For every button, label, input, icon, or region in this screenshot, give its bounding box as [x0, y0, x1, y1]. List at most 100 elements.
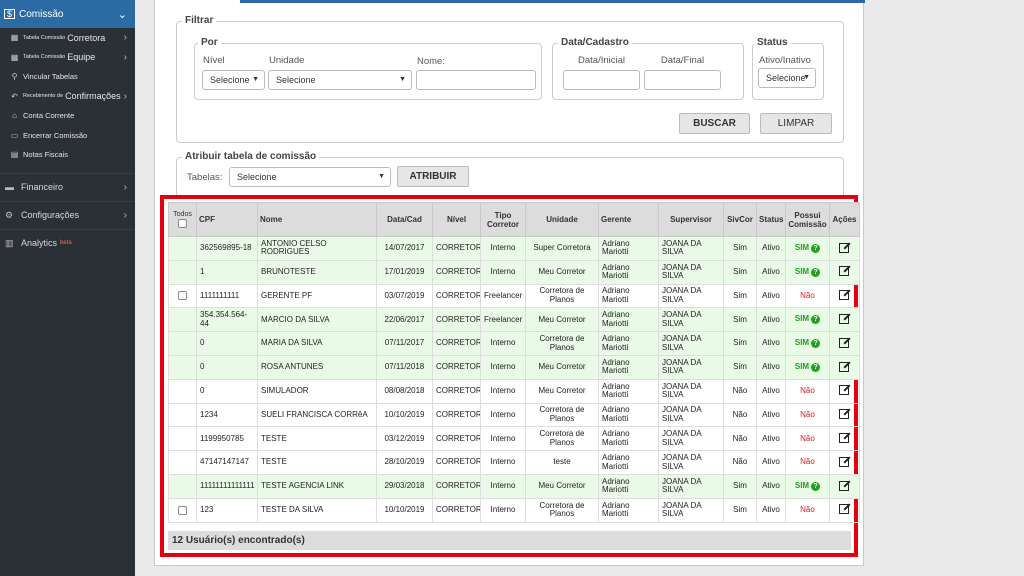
supervisor-header[interactable]: Supervisor: [658, 202, 724, 237]
cell-cpf: 1: [196, 259, 258, 285]
edit-icon[interactable]: [839, 456, 850, 467]
data-header[interactable]: Data/Cad: [376, 202, 433, 237]
edit-icon[interactable]: [839, 242, 850, 253]
cell-nome: TESTE AGENCIA LINK: [257, 473, 377, 499]
question-icon[interactable]: ?: [811, 267, 821, 277]
table-row[interactable]: 0 SIMULADOR 08/08/2018 CORRETOR Interno Meu C…: [168, 378, 860, 404]
nivel-select[interactable]: Selecione ▼: [202, 70, 265, 90]
data-final-input[interactable]: [644, 70, 721, 90]
edit-icon[interactable]: [839, 289, 850, 301]
table-row[interactable]: 0 MARIA DA SILVA 07/11/2017 CORRETOR Interno…: [168, 331, 860, 356]
limpar-button[interactable]: LIMPAR: [760, 113, 832, 134]
beta-badge: beta: [60, 240, 72, 246]
table-row[interactable]: 1234 SUELI FRANCISCA CORRêA 10/10/2019 CORR…: [168, 402, 860, 428]
acoes-header: Ações: [829, 202, 860, 237]
tabelas-select[interactable]: Selecione ▼: [229, 167, 391, 187]
cell-supervisor: JOANA DA SILVA: [658, 473, 724, 499]
row-checkbox[interactable]: [178, 505, 187, 515]
question-icon[interactable]: ?: [811, 362, 821, 372]
row-select-cell: [168, 236, 197, 261]
cell-supervisor: JOANA DA SILVA: [658, 307, 724, 333]
edit-icon[interactable]: [839, 480, 850, 491]
table-row[interactable]: 362569895-18 ANTONIO CELSO RODRIGUES 14/07…: [168, 236, 860, 261]
edit-icon[interactable]: [839, 432, 850, 444]
cell-cpf: 123: [196, 497, 258, 523]
atribuir-button[interactable]: ATRIBUIR: [397, 166, 469, 187]
cell-data: 03/07/2019: [376, 283, 433, 309]
cell-gerente: Adriano Mariotti: [598, 283, 659, 309]
table-row[interactable]: 1 BRUNOTESTE 17/01/2019 CORRETOR Interno Meu …: [168, 259, 860, 285]
cpf-header[interactable]: CPF: [196, 202, 258, 237]
sidebar-subitem[interactable]: ▭ Encerrar Comissão: [0, 126, 135, 146]
cell-sivcor: Sim: [723, 236, 757, 261]
sidebar-subitem[interactable]: ⌂ Conta Corrente: [0, 106, 135, 126]
question-icon[interactable]: ?: [811, 315, 821, 325]
status-header[interactable]: Status: [756, 202, 786, 237]
cell-gerente: Adriano Mariotti: [598, 378, 659, 404]
edit-icon[interactable]: [839, 313, 850, 325]
cell-supervisor: JOANA DA SILVA: [658, 426, 724, 452]
nivel-label: Nível: [203, 55, 225, 66]
table-row[interactable]: 0 ROSA ANTUNES 07/11/2018 CORRETOR Interno Me…: [168, 354, 860, 380]
sidebar-subitem[interactable]: ▤ Notas Fiscais: [0, 145, 135, 165]
cell-nome: TESTE: [257, 450, 377, 475]
sivcor-header[interactable]: SivCor: [723, 202, 757, 237]
sidebar-subitem[interactable]: ↶ Recebimento de Confirmações ›: [0, 87, 135, 107]
buscar-button[interactable]: BUSCAR: [679, 113, 750, 134]
cell-acoes: [829, 259, 860, 285]
cell-nome: ROSA ANTUNES: [257, 354, 377, 380]
row-select-cell: [168, 426, 197, 452]
gerente-header[interactable]: Gerente: [598, 202, 659, 237]
edit-icon[interactable]: [839, 361, 850, 372]
question-icon[interactable]: ?: [811, 243, 821, 253]
data-final-label: Data/Final: [660, 55, 705, 66]
sidebar-item-comissao[interactable]: $ Comissão ⌄: [0, 0, 135, 28]
sidebar-item-label: Configurações: [21, 210, 80, 220]
sidebar-subitem[interactable]: ⚲ Vincular Tabelas: [0, 67, 135, 87]
status-select[interactable]: Selecione ▼: [758, 68, 816, 88]
cell-cpf: 0: [196, 378, 258, 404]
por-legend: Por: [198, 37, 221, 48]
cell-tipo: Interno: [480, 497, 526, 523]
sidebar-item-financeiro[interactable]: ▬ Financeiro ›: [0, 172, 135, 201]
sidebar-subitem[interactable]: ▦ Tabela Comissão Equipe ›: [0, 48, 135, 68]
cell-acoes: [829, 236, 860, 261]
row-checkbox[interactable]: [178, 291, 187, 301]
edit-icon[interactable]: [839, 265, 850, 277]
nivel-header[interactable]: Nível: [432, 202, 481, 237]
table-row[interactable]: 354.354.564-44 MARCIO DA SILVA 22/06/2017 C…: [168, 307, 860, 333]
cell-unidade: Meu Corretor: [525, 307, 599, 333]
cell-cpf: 0: [196, 331, 258, 356]
chevron-right-icon: ›: [123, 181, 127, 193]
nome-input[interactable]: [416, 70, 536, 90]
tabelas-select-value: Selecione: [237, 172, 277, 182]
table-row[interactable]: 1199950785 TESTE 03/12/2019 CORRETOR Interno…: [168, 426, 860, 452]
cell-acoes: [829, 426, 860, 452]
table-row[interactable]: 1111111111 GERENTE PF 03/07/2019 CORRETOR Fr…: [168, 283, 860, 309]
money-icon: ▬: [5, 182, 14, 192]
edit-icon[interactable]: [839, 384, 850, 396]
edit-icon[interactable]: [839, 337, 850, 348]
cell-unidade: Corretora de Planos: [525, 426, 599, 452]
cell-tipo: Interno: [480, 259, 526, 285]
tipo-header[interactable]: Tipo Corretor: [480, 202, 526, 237]
sidebar-subitem[interactable]: ▦ Tabela Comissão Corretora ›: [0, 28, 135, 48]
sidebar-item-configurações[interactable]: ⚙ Configurações ›: [0, 200, 135, 229]
row-select-cell: [168, 331, 197, 356]
question-icon[interactable]: ?: [811, 339, 821, 349]
edit-icon[interactable]: [839, 503, 850, 515]
possui-header[interactable]: Possui Comissão: [785, 202, 830, 237]
table-row[interactable]: 11111111111111 TESTE AGENCIA LINK 29/03/20…: [168, 473, 860, 499]
unidade-header[interactable]: Unidade: [525, 202, 599, 237]
select-all-checkbox[interactable]: [178, 219, 187, 229]
question-icon[interactable]: ?: [811, 481, 821, 491]
unidade-select[interactable]: Selecione ▼: [268, 70, 412, 90]
sidebar-item-analytics[interactable]: ▥ Analytics beta: [0, 228, 135, 257]
table-row[interactable]: 47147147147 TESTE 28/10/2019 CORRETOR Intern…: [168, 450, 860, 475]
table-row[interactable]: 123 TESTE DA SILVA 10/10/2019 CORRETOR Inter…: [168, 497, 860, 523]
edit-icon[interactable]: [839, 408, 850, 420]
unidade-select-value: Selecione: [276, 75, 316, 85]
sidebar-subitem-prefix: Recebimento de: [23, 93, 64, 100]
data-inicial-input[interactable]: [563, 70, 640, 90]
nome-header[interactable]: Nome: [257, 202, 377, 237]
